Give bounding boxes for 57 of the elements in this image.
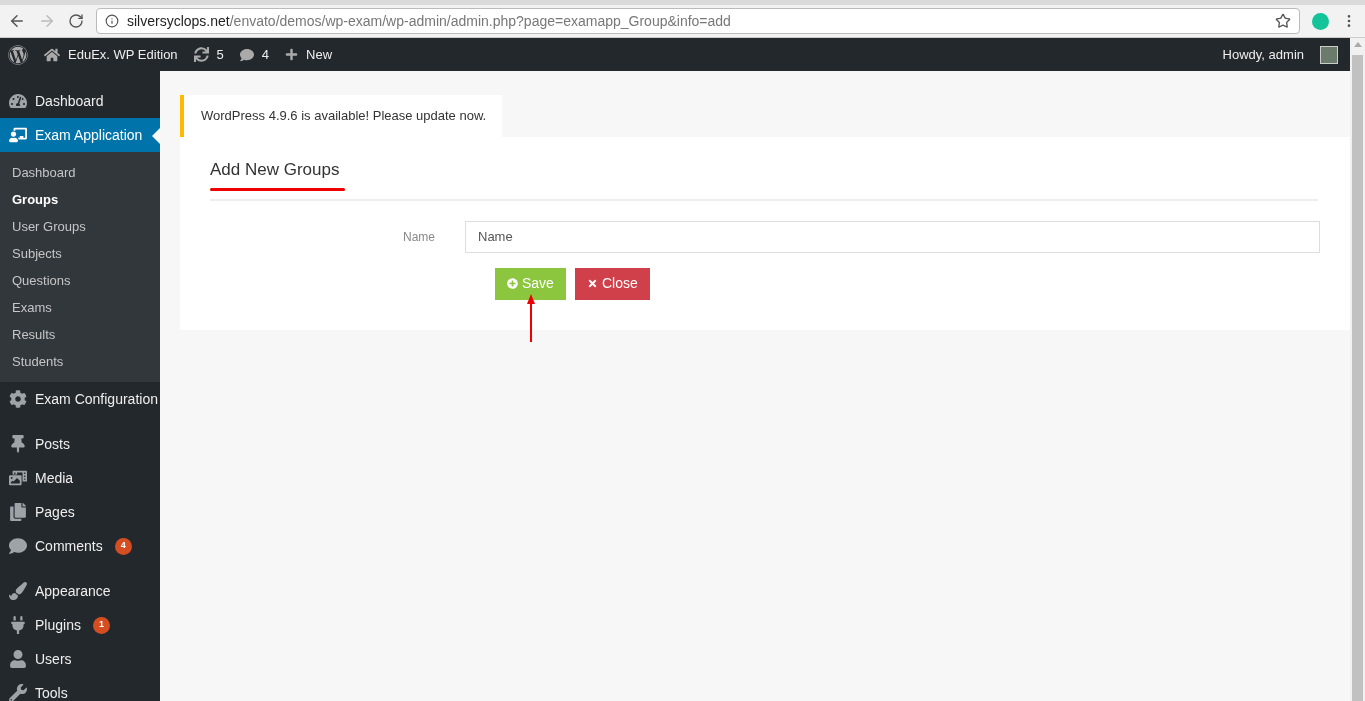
board-icon [9, 126, 27, 144]
avatar[interactable] [1320, 45, 1338, 64]
pages-icon [9, 503, 27, 521]
submenu-item[interactable]: Dashboard [0, 159, 160, 186]
info-icon[interactable] [105, 14, 119, 28]
sidebar-item[interactable]: Exam Configuration [0, 382, 160, 416]
media-icon [9, 469, 27, 487]
count-badge: 4 [114, 537, 132, 555]
speech-bubble-icon[interactable] [239, 47, 254, 62]
sidebar-item[interactable]: Comments 4 [0, 529, 160, 563]
sidebar-item[interactable]: Users [0, 642, 160, 676]
sidebar-item[interactable]: Plugins 1 [0, 608, 160, 642]
submenu-item[interactable]: Groups [0, 186, 160, 213]
name-input[interactable]: Name [465, 220, 1320, 253]
comments-count[interactable]: 4 [261, 44, 270, 65]
user-icon [9, 650, 27, 668]
sidebar-item[interactable]: Media [0, 461, 160, 495]
close-icon [586, 278, 598, 289]
submenu-item[interactable]: Subjects [0, 240, 160, 267]
sidebar-item[interactable]: Pages [0, 495, 160, 529]
current-pointer [152, 128, 160, 144]
sidebar-item[interactable]: Dashboard [0, 84, 160, 118]
pin-icon [9, 435, 27, 453]
refresh-icon[interactable] [193, 47, 209, 62]
updates-count[interactable]: 5 [216, 44, 224, 65]
wordpress-logo-icon[interactable] [8, 44, 28, 65]
gauge-icon [9, 92, 27, 110]
submenu-item[interactable]: Questions [0, 267, 160, 294]
field-label: Name [402, 228, 436, 246]
speech-bubble-icon [9, 537, 27, 555]
url-text: silversyclops.net/envato/demos/wp-exam/wp-admin/admin.php?page=examapp_Group&info=add [127, 11, 732, 31]
home-icon[interactable] [44, 46, 60, 63]
scrollbar[interactable] [1350, 38, 1365, 701]
star-icon[interactable] [1275, 13, 1291, 29]
wrench-icon [9, 684, 27, 701]
submenu-item[interactable]: Students [0, 348, 160, 375]
sidebar-item[interactable]: Appearance [0, 574, 160, 608]
sidebar-item[interactable]: Exam Application [0, 118, 160, 152]
update-notice: WordPress 4.9.6 is available! Please update now. [180, 95, 503, 137]
settings-icon [9, 390, 27, 408]
plug-icon [9, 616, 27, 634]
count-badge: 1 [92, 616, 110, 634]
close-button[interactable]: Close [574, 267, 650, 300]
greeting-link[interactable]: Howdy, admin [1222, 44, 1304, 65]
brush-icon [9, 582, 27, 600]
form-title: Add New Groups [210, 159, 341, 181]
sidebar-item[interactable]: Posts [0, 427, 160, 461]
submenu-item[interactable]: User Groups [0, 213, 160, 240]
address-bar[interactable]: silversyclops.net/envato/demos/wp-exam/wp-admin/admin.php?page=examapp_Group&info=add [96, 8, 1300, 34]
reload-icon[interactable] [68, 13, 84, 29]
site-name-link[interactable]: EduEx. WP Edition [68, 44, 178, 65]
submenu-item[interactable]: Exams [0, 294, 160, 321]
plus-icon[interactable] [285, 48, 299, 61]
back-icon[interactable] [8, 12, 26, 30]
sidebar-item[interactable]: Tools [0, 676, 160, 701]
new-link[interactable]: New [306, 44, 333, 65]
submenu-item[interactable]: Results [0, 321, 160, 348]
